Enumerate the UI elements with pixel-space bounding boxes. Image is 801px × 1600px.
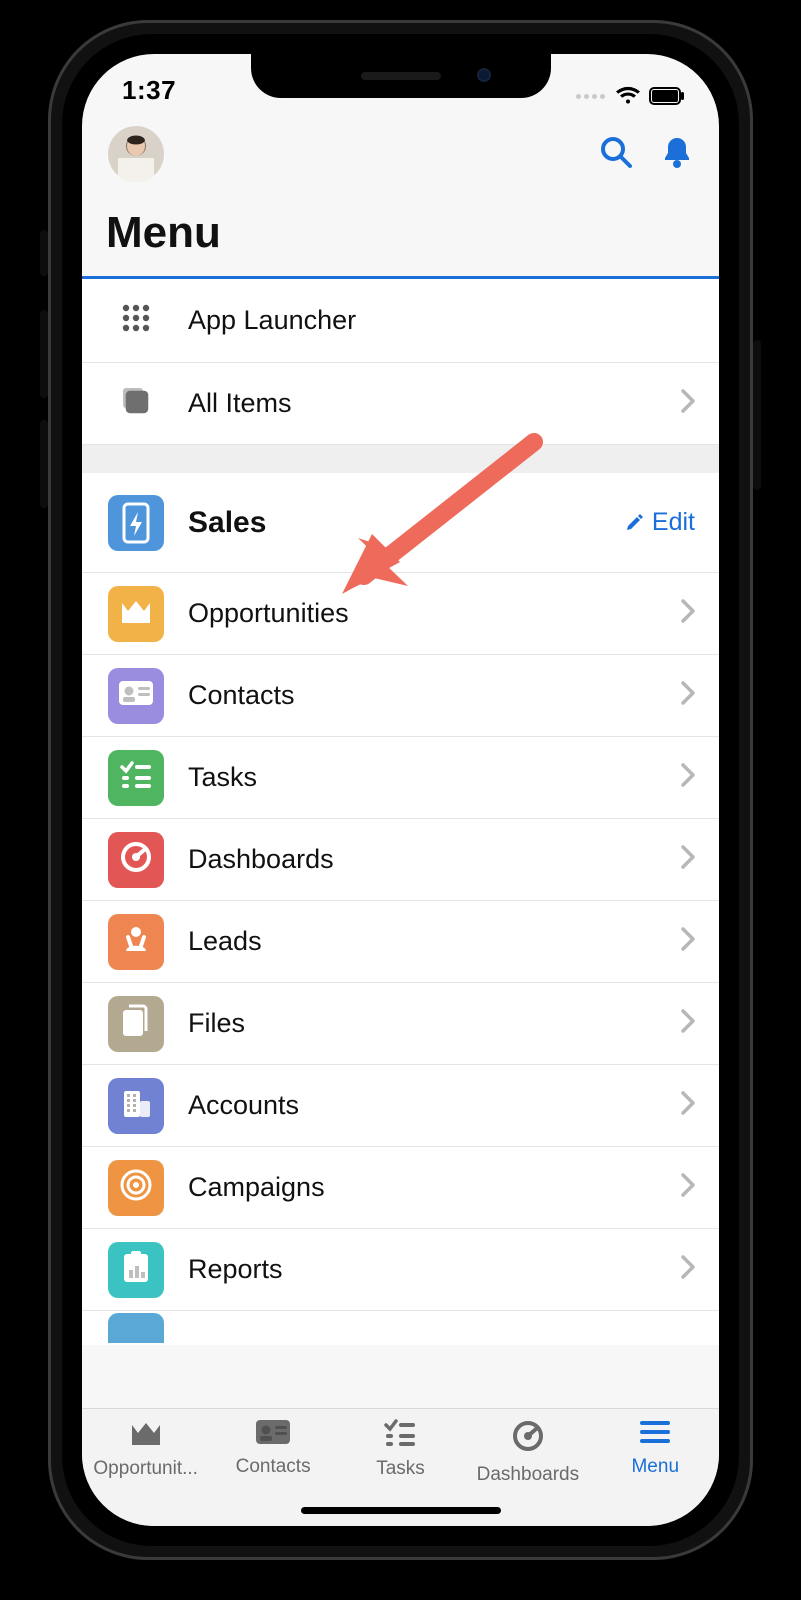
chevron-right-icon [681, 927, 695, 956]
phone-power-button [753, 340, 761, 490]
phone-volume-up [40, 310, 48, 398]
menu-item-all-items[interactable]: All Items [82, 363, 719, 445]
chevron-right-icon [681, 389, 695, 418]
page-title: Menu [106, 208, 695, 258]
nav-item-label: Reports [166, 1254, 681, 1285]
phone-bolt-icon [121, 502, 151, 544]
avatar[interactable] [108, 126, 164, 182]
nav-item-tasks[interactable]: Tasks [82, 737, 719, 819]
nav-item-files[interactable]: Files [82, 983, 719, 1065]
nav-item-label: Tasks [166, 762, 681, 793]
nav-item-label: Files [166, 1008, 681, 1039]
search-icon[interactable] [599, 135, 633, 174]
tab-label: Menu [631, 1456, 679, 1478]
stack-icon [119, 384, 153, 423]
files-icon [121, 1004, 151, 1043]
menu-icon [638, 1419, 672, 1450]
tab-opportunities[interactable]: Opportunit... [82, 1419, 209, 1480]
phone-volume-down [40, 420, 48, 508]
cellular-dots-icon [576, 94, 605, 99]
nav-item-label: Accounts [166, 1090, 681, 1121]
tab-dashboards[interactable]: Dashboards [464, 1419, 591, 1486]
chevron-right-icon [681, 1255, 695, 1284]
phone-silent-switch [40, 230, 48, 276]
tab-contacts[interactable]: Contacts [209, 1419, 336, 1478]
nav-item-accounts[interactable]: Accounts [82, 1065, 719, 1147]
section-header-sales[interactable]: Sales Edit [82, 473, 719, 573]
pencil-icon [624, 513, 644, 533]
tasks-icon [119, 761, 153, 794]
tab-menu[interactable]: Menu [592, 1419, 719, 1478]
nav-item-label: Opportunities [166, 598, 681, 629]
nav-item-label: Campaigns [166, 1172, 681, 1203]
nav-item-label: Contacts [166, 680, 681, 711]
report-icon [121, 1250, 151, 1289]
nav-item-dashboards[interactable]: Dashboards [82, 819, 719, 901]
crown-icon [129, 1419, 163, 1452]
star-person-icon [120, 923, 152, 960]
section-gap [82, 445, 719, 473]
building-icon [120, 1087, 152, 1124]
grid-icon [119, 301, 153, 340]
page-title-row: Menu [82, 198, 719, 276]
target-icon [119, 1168, 153, 1207]
nav-item-leads[interactable]: Leads [82, 901, 719, 983]
battery-icon [649, 87, 685, 105]
list-item-partial[interactable] [82, 1311, 719, 1345]
phone-frame: 1:37 [48, 20, 753, 1560]
nav-item-opportunities[interactable]: Opportunities [82, 573, 719, 655]
tab-label: Contacts [236, 1456, 311, 1478]
status-time: 1:37 [110, 75, 176, 106]
home-indicator [301, 1507, 501, 1514]
id-card-icon [255, 1419, 291, 1450]
nav-item-label: Leads [166, 926, 681, 957]
gauge-icon [119, 840, 153, 879]
chevron-right-icon [681, 1009, 695, 1038]
section-label: Sales [166, 506, 624, 540]
menu-item-label: App Launcher [166, 305, 695, 336]
tab-tasks[interactable]: Tasks [337, 1419, 464, 1480]
nav-item-reports[interactable]: Reports [82, 1229, 719, 1311]
chevron-right-icon [681, 763, 695, 792]
app-header [82, 110, 719, 198]
nav-item-contacts[interactable]: Contacts [82, 655, 719, 737]
phone-notch [251, 54, 551, 98]
menu-item-app-launcher[interactable]: App Launcher [82, 279, 719, 363]
chevron-right-icon [681, 599, 695, 628]
chevron-right-icon [681, 1173, 695, 1202]
screen: 1:37 [82, 54, 719, 1526]
wifi-icon [615, 86, 641, 106]
gauge-icon [511, 1419, 545, 1458]
id-card-icon [118, 680, 154, 711]
chevron-right-icon [681, 845, 695, 874]
tab-label: Tasks [376, 1458, 425, 1480]
nav-item-campaigns[interactable]: Campaigns [82, 1147, 719, 1229]
chevron-right-icon [681, 1091, 695, 1120]
tasks-icon [383, 1419, 417, 1452]
chevron-right-icon [681, 681, 695, 710]
edit-button[interactable]: Edit [624, 508, 695, 537]
tab-label: Opportunit... [93, 1458, 198, 1480]
nav-item-label: Dashboards [166, 844, 681, 875]
bell-icon[interactable] [661, 135, 693, 174]
tab-label: Dashboards [477, 1464, 579, 1486]
menu-item-label: All Items [166, 388, 681, 419]
edit-label: Edit [652, 508, 695, 537]
crown-icon [119, 597, 153, 630]
